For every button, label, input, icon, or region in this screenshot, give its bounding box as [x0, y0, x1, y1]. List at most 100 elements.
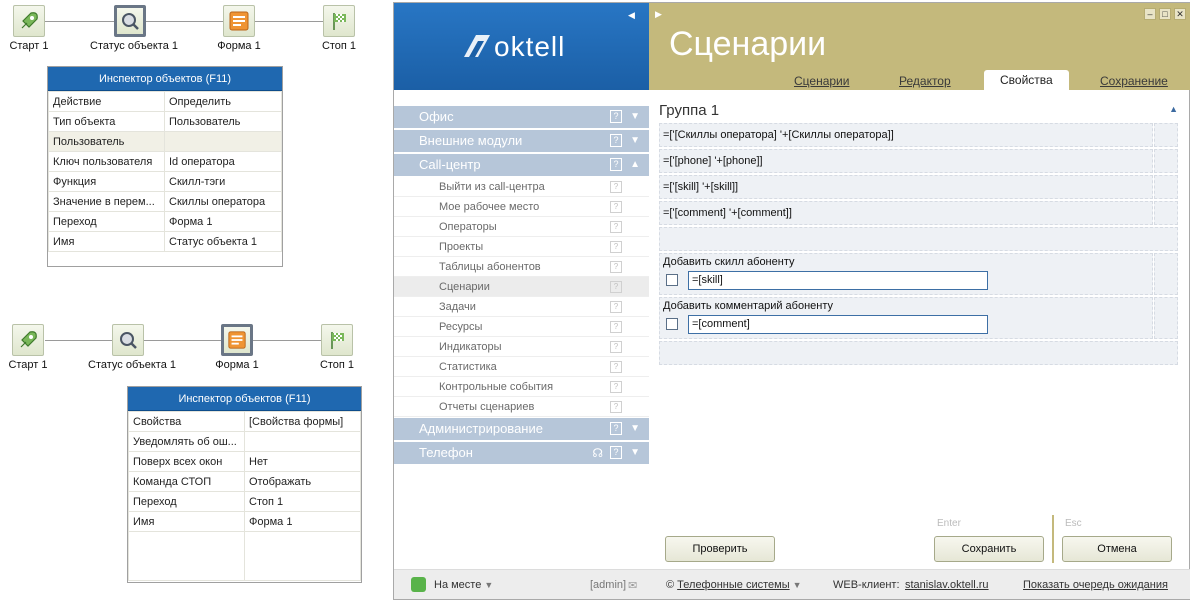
expression-row[interactable]: =['[phone] '+[phone]] — [659, 149, 1153, 173]
chevron-down-icon[interactable]: ▼ — [630, 130, 640, 152]
table-row[interactable]: Ключ пользователя Id оператора — [48, 151, 282, 172]
minimize-icon[interactable]: – — [1144, 8, 1156, 20]
cancel-button[interactable]: Отмена — [1062, 536, 1172, 562]
expand-icon[interactable]: ▶ — [655, 9, 662, 20]
table-row[interactable]: Переход Форма 1 — [48, 211, 282, 232]
maximize-icon[interactable]: □ — [1159, 8, 1171, 20]
property-value[interactable]: Статус объекта 1 — [164, 231, 282, 252]
sidebar-item-resources[interactable]: Ресурсы? — [394, 317, 649, 337]
table-row[interactable]: Имя Форма 1 — [128, 511, 361, 532]
help-icon[interactable]: ? — [610, 301, 622, 313]
flow-node-stop[interactable]: Стоп 1 — [297, 324, 377, 371]
flow-node-stop[interactable]: Стоп 1 — [299, 5, 379, 52]
help-icon[interactable]: ? — [610, 401, 622, 413]
expression-row[interactable]: =['[skill] '+[skill]] — [659, 175, 1153, 199]
property-value[interactable]: Форма 1 — [244, 511, 361, 532]
sidebar-section-office[interactable]: Офис ? ▼ — [394, 106, 649, 128]
property-value[interactable]: Отображать — [244, 471, 361, 492]
help-icon[interactable]: ? — [610, 261, 622, 273]
property-value[interactable]: Скилл-тэги — [164, 171, 282, 192]
table-row[interactable]: Значение в перем... Скиллы оператора — [48, 191, 282, 212]
table-row[interactable]: Уведомлять об ош... — [128, 431, 361, 452]
sidebar-item-exit-callcenter[interactable]: Выйти из call-центра? — [394, 177, 649, 197]
table-row[interactable]: Поверх всех окон Нет — [128, 451, 361, 472]
help-icon[interactable]: ? — [610, 158, 622, 171]
property-value[interactable]: Определить — [164, 91, 282, 112]
sidebar-section-admin[interactable]: Администрирование ? ▼ — [394, 418, 649, 440]
table-row[interactable]: Пользователь — [48, 131, 282, 152]
sidebar-item-indicators[interactable]: Индикаторы? — [394, 337, 649, 357]
sidebar-item-tasks[interactable]: Задачи? — [394, 297, 649, 317]
property-value[interactable]: [Свойства формы] — [244, 411, 361, 432]
table-row[interactable]: Имя Статус объекта 1 — [48, 231, 282, 252]
help-icon[interactable]: ? — [610, 321, 622, 333]
tab-properties[interactable]: Свойства — [984, 70, 1069, 90]
add-skill-checkbox[interactable] — [666, 274, 678, 286]
sidebar-item-scenario-reports[interactable]: Отчеты сценариев? — [394, 397, 649, 417]
table-row[interactable]: Свойства [Свойства формы] — [128, 411, 361, 432]
flow-node-object-status[interactable]: Статус объекта 1 — [90, 5, 178, 52]
help-icon[interactable]: ? — [610, 446, 622, 459]
sidebar-item-scenarios[interactable]: Сценарии? — [394, 277, 649, 297]
collapse-group-icon[interactable]: ▲ — [1169, 104, 1178, 114]
add-comment-input[interactable]: =[comment] — [688, 315, 988, 334]
table-row[interactable]: Тип объекта Пользователь — [48, 111, 282, 132]
sidebar-item-workplace[interactable]: Мое рабочее место? — [394, 197, 649, 217]
property-value[interactable]: Форма 1 — [164, 211, 282, 232]
property-value[interactable]: Стоп 1 — [244, 491, 361, 512]
add-comment-checkbox[interactable] — [666, 318, 678, 330]
company-menu[interactable]: © Телефонные системы ▼ — [666, 579, 802, 591]
chevron-up-icon[interactable]: ▲ — [630, 154, 640, 176]
property-value[interactable]: Пользователь — [164, 111, 282, 132]
sidebar-item-control-events[interactable]: Контрольные события? — [394, 377, 649, 397]
tab-scenarios[interactable]: Сценарии — [794, 72, 849, 90]
presence-status[interactable]: На месте ▼ — [434, 579, 493, 591]
check-button[interactable]: Проверить — [665, 536, 775, 562]
presence-status-icon[interactable] — [411, 577, 426, 592]
chevron-down-icon[interactable]: ▼ — [630, 442, 640, 464]
help-icon[interactable]: ? — [610, 361, 622, 373]
property-value[interactable]: Нет — [244, 451, 361, 472]
web-client-link[interactable]: stanislav.oktell.ru — [905, 579, 989, 591]
tab-saving[interactable]: Сохранение — [1100, 72, 1168, 90]
expression-row[interactable]: =['[comment] '+[comment]] — [659, 201, 1153, 225]
table-row[interactable]: Переход Стоп 1 — [128, 491, 361, 512]
mail-icon[interactable]: ✉ — [628, 579, 637, 592]
company-link[interactable]: Телефонные системы — [677, 579, 789, 591]
sidebar-section-phone[interactable]: Телефон ☊ ? ▼ — [394, 442, 649, 464]
help-icon[interactable]: ? — [610, 181, 622, 193]
table-row[interactable]: Функция Скилл-тэги — [48, 171, 282, 192]
table-row[interactable]: Действие Определить — [48, 91, 282, 112]
flow-node-object-status[interactable]: Статус объекта 1 — [88, 324, 176, 371]
sidebar-section-callcenter[interactable]: Call-центр ? ▲ — [394, 154, 649, 176]
help-icon[interactable]: ? — [610, 281, 622, 293]
flow-node-start[interactable]: Старт 1 — [0, 5, 69, 52]
flow-node-start[interactable]: Старт 1 — [0, 324, 68, 371]
help-icon[interactable]: ? — [610, 110, 622, 123]
add-skill-input[interactable]: =[skill] — [688, 271, 988, 290]
save-button[interactable]: Сохранить — [934, 536, 1044, 562]
table-row[interactable]: Команда СТОП Отображать — [128, 471, 361, 492]
chevron-down-icon[interactable]: ▼ — [630, 418, 640, 440]
sidebar-section-modules[interactable]: Внешние модули ? ▼ — [394, 130, 649, 152]
property-value[interactable] — [164, 131, 282, 152]
sidebar-item-projects[interactable]: Проекты? — [394, 237, 649, 257]
flow-node-form[interactable]: Форма 1 — [197, 324, 277, 371]
chevron-down-icon[interactable]: ▼ — [630, 106, 640, 128]
help-icon[interactable]: ? — [610, 134, 622, 147]
close-icon[interactable]: ✕ — [1174, 8, 1186, 20]
help-icon[interactable]: ? — [610, 341, 622, 353]
sidebar-item-statistics[interactable]: Статистика? — [394, 357, 649, 377]
help-icon[interactable]: ? — [610, 241, 622, 253]
property-value[interactable] — [244, 431, 361, 452]
sidebar-item-subscriber-tables[interactable]: Таблицы абонентов? — [394, 257, 649, 277]
tab-editor[interactable]: Редактор — [899, 72, 951, 90]
headset-icon[interactable]: ☊ — [592, 442, 603, 464]
property-value[interactable]: Id оператора — [164, 151, 282, 172]
help-icon[interactable]: ? — [610, 381, 622, 393]
help-icon[interactable]: ? — [610, 201, 622, 213]
expression-row[interactable]: =['[Скиллы оператора] '+[Скиллы оператор… — [659, 123, 1153, 147]
sidebar-item-operators[interactable]: Операторы? — [394, 217, 649, 237]
help-icon[interactable]: ? — [610, 422, 622, 435]
help-icon[interactable]: ? — [610, 221, 622, 233]
